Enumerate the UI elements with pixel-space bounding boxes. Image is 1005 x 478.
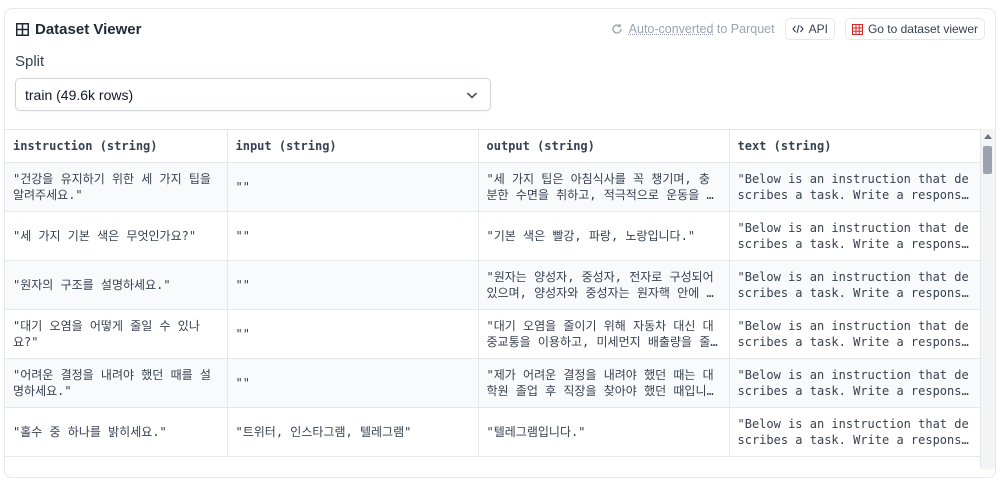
table-row[interactable]: "원자의 구조를 설명하세요." "" "원자는 양성자, 중성자, 전자로 구…	[5, 260, 981, 310]
table-cell: ""	[227, 162, 479, 212]
table-cell: ""	[227, 211, 479, 261]
chevron-down-icon	[466, 92, 478, 99]
table-cell: ""	[227, 260, 479, 310]
grid-icon	[851, 23, 863, 35]
column-header-text[interactable]: text (string)	[729, 130, 981, 163]
api-button[interactable]: API	[784, 18, 835, 40]
refresh-icon	[612, 24, 622, 34]
scroll-thumb[interactable]	[983, 146, 992, 174]
table-cell: "원자는 양성자, 중성자, 전자로 구성되어 있으며, 양성자와 중성자는 원…	[478, 260, 730, 310]
table-cell: "기본 색은 빨강, 파랑, 노랑입니다."	[478, 211, 730, 261]
api-label: API	[808, 22, 828, 36]
split-selected-value: train (49.6k rows)	[25, 86, 134, 103]
auto-converted-text: to Parquet	[713, 22, 775, 36]
data-table-container: instruction (string) input (string) outp…	[5, 129, 995, 470]
table-row[interactable]: "홀수 중 하나를 밝히세요." "트위터, 인스타그램, 텔레그램" "텔레그…	[5, 407, 981, 457]
table-scrollbar[interactable]	[980, 129, 995, 469]
code-icon	[791, 24, 804, 34]
viewer-header: Dataset Viewer Auto-converted to Parquet…	[5, 9, 995, 49]
column-header-input[interactable]: input (string)	[227, 130, 479, 163]
split-label: Split	[15, 53, 45, 70]
table-cell: "Below is an instruction that describes …	[729, 162, 981, 212]
title-group: Dataset Viewer	[16, 21, 141, 38]
viewer-title: Dataset Viewer	[35, 21, 142, 38]
dataset-viewer-card: Dataset Viewer Auto-converted to Parquet…	[4, 8, 996, 478]
table-row[interactable]: "대기 오염을 어떻게 줄일 수 있나요?" "" "대기 오염을 줄이기 위해…	[5, 309, 981, 359]
table-cell: "Below is an instruction that describes …	[729, 309, 981, 359]
table-icon	[16, 23, 29, 36]
table-cell: "대기 오염을 어떻게 줄일 수 있나요?"	[5, 309, 228, 359]
table-cell: "Below is an instruction that describes …	[729, 358, 981, 408]
table-header-row: instruction (string) input (string) outp…	[5, 130, 981, 163]
table-row[interactable]: "건강을 유지하기 위한 세 가지 팁을 알려주세요." "" "세 가지 팁은…	[5, 162, 981, 212]
scroll-up-arrow-icon[interactable]	[984, 134, 992, 139]
table-cell: "대기 오염을 줄이기 위해 자동차 대신 대중교통을 이용하고, 미세먼지 배…	[478, 309, 730, 359]
table-cell: "건강을 유지하기 위한 세 가지 팁을 알려주세요."	[5, 162, 228, 212]
table-cell: "트위터, 인스타그램, 텔레그램"	[227, 407, 479, 457]
table-row[interactable]: "어려운 결정을 내려야 했던 때를 설명하세요." "" "제가 어려운 결정…	[5, 358, 981, 408]
table-cell: ""	[227, 358, 479, 408]
go-to-dataset-viewer-label: Go to dataset viewer	[867, 22, 978, 36]
table-cell: "세 가지 팁은 아침식사를 꼭 챙기며, 충분한 수면을 취하고, 적극적으로…	[478, 162, 730, 212]
table-cell: "세 가지 기본 색은 무엇인가요?"	[5, 211, 228, 261]
table-cell: "Below is an instruction that describes …	[729, 407, 981, 457]
auto-converted-note: Auto-converted to Parquet	[611, 22, 775, 36]
table-cell: "어려운 결정을 내려야 했던 때를 설명하세요."	[5, 358, 228, 408]
header-actions: Auto-converted to Parquet API Go to data…	[611, 18, 985, 40]
table-cell: "Below is an instruction that describes …	[729, 211, 981, 261]
table-cell: "Below is an instruction that describes …	[729, 260, 981, 310]
data-table: instruction (string) input (string) outp…	[5, 130, 981, 457]
table-cell: "제가 어려운 결정을 내려야 했던 때는 대학원 졸업 후 직장을 찾아야 했…	[478, 358, 730, 408]
column-header-output[interactable]: output (string)	[478, 130, 730, 163]
auto-converted-link[interactable]: Auto-converted	[629, 22, 714, 36]
column-header-instruction[interactable]: instruction (string)	[5, 130, 228, 163]
table-cell: ""	[227, 309, 479, 359]
table-cell: "텔레그램입니다."	[478, 407, 730, 457]
table-cell: "원자의 구조를 설명하세요."	[5, 260, 228, 310]
table-row[interactable]: "세 가지 기본 색은 무엇인가요?" "" "기본 색은 빨강, 파랑, 노랑…	[5, 211, 981, 261]
split-select[interactable]: train (49.6k rows)	[15, 78, 491, 111]
table-cell: "홀수 중 하나를 밝히세요."	[5, 407, 228, 457]
go-to-dataset-viewer-button[interactable]: Go to dataset viewer	[844, 18, 985, 40]
